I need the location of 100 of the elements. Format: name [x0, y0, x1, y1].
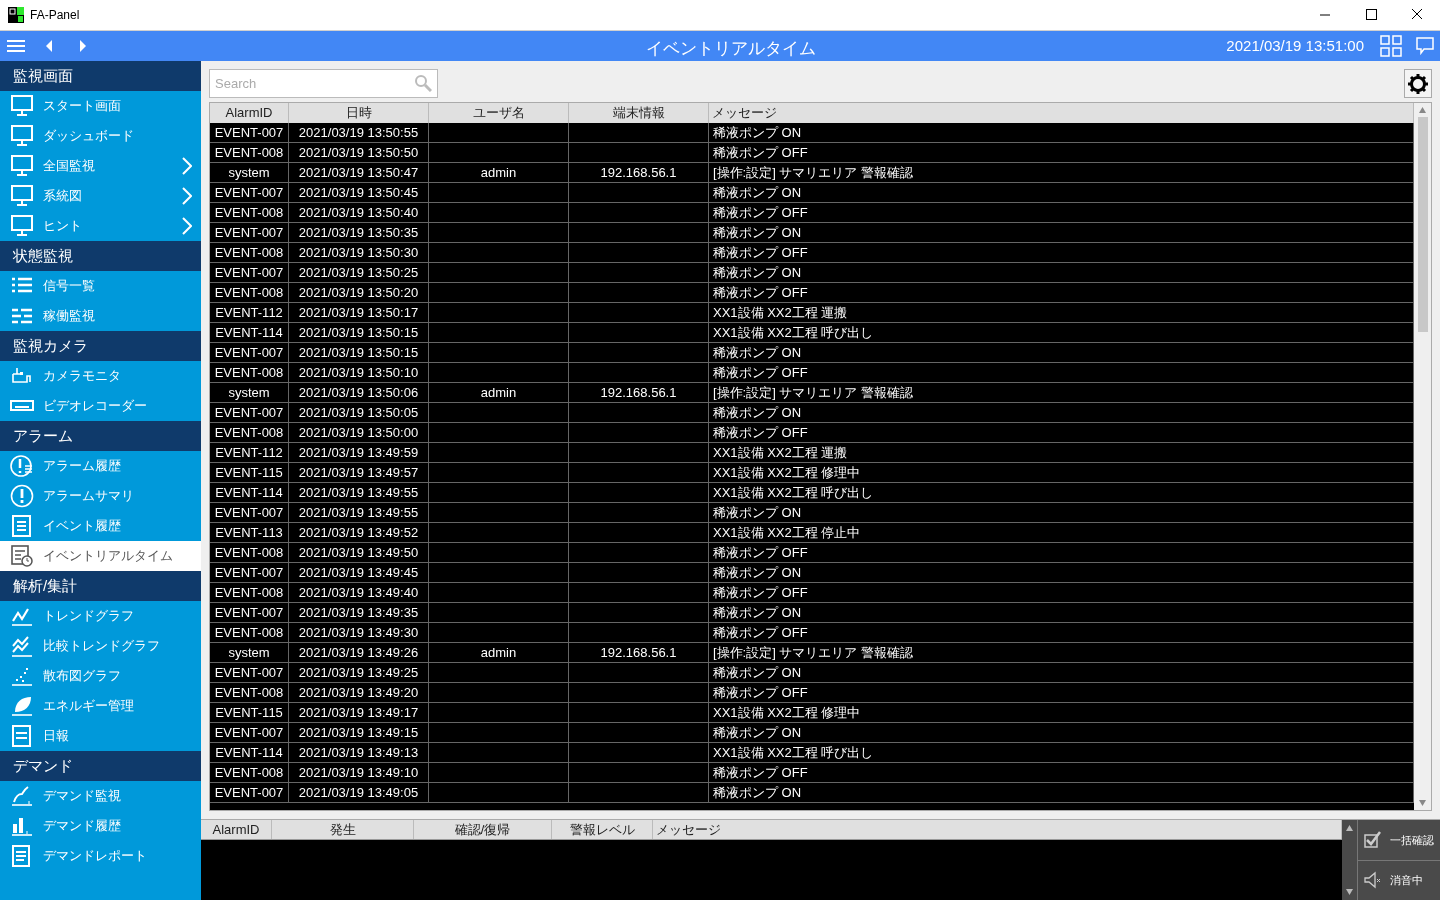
- table-cell: 2021/03/19 13:49:30: [289, 623, 429, 642]
- table-cell: EVENT-114: [210, 323, 289, 342]
- sidebar-item[interactable]: 全国監視: [0, 151, 201, 181]
- table-cell: EVENT-113: [210, 523, 289, 542]
- table-cell: EVENT-007: [210, 223, 289, 242]
- column-header[interactable]: 日時: [289, 103, 429, 123]
- search-icon[interactable]: [414, 74, 432, 92]
- sidebar-item[interactable]: 信号一覧: [0, 271, 201, 301]
- scroll-up-icon[interactable]: [1345, 822, 1354, 834]
- table-cell: 2021/03/19 13:49:10: [289, 763, 429, 782]
- scrollbar[interactable]: [1414, 103, 1431, 810]
- window-title: FA-Panel: [30, 7, 80, 24]
- monitor-icon: [10, 124, 34, 148]
- table-cell: 2021/03/19 13:49:05: [289, 783, 429, 802]
- column-header[interactable]: 確認/復帰: [414, 820, 552, 839]
- alarm-list-icon: [10, 454, 34, 478]
- grid-layout-icon[interactable]: [1380, 35, 1402, 57]
- table-cell: EVENT-007: [210, 783, 289, 802]
- sidebar-item[interactable]: 日報: [0, 721, 201, 751]
- speaker-muted-icon: [1364, 871, 1382, 890]
- sidebar-item[interactable]: アラーム履歴: [0, 451, 201, 481]
- exclamation-icon: [10, 484, 34, 508]
- table-cell: admin: [429, 163, 569, 182]
- line-chart-icon: [10, 784, 34, 808]
- table-cell: system: [210, 163, 289, 182]
- table-cell: admin: [429, 643, 569, 662]
- table-cell: 2021/03/19 13:50:35: [289, 223, 429, 242]
- sidebar-item[interactable]: デマンドレポート: [0, 841, 201, 871]
- sidebar-item[interactable]: スタート画面: [0, 91, 201, 121]
- table-cell: EVENT-008: [210, 543, 289, 562]
- table-cell: 2021/03/19 13:49:25: [289, 663, 429, 682]
- table-cell: 192.168.56.1: [569, 383, 709, 402]
- sidebar-item[interactable]: カメラモニタ: [0, 361, 201, 391]
- column-header[interactable]: 端末情報: [569, 103, 709, 123]
- table-cell: EVENT-008: [210, 763, 289, 782]
- scroll-thumb[interactable]: [1417, 117, 1428, 332]
- table-cell: EVENT-115: [210, 703, 289, 722]
- sidebar-item[interactable]: デマンド監視: [0, 781, 201, 811]
- section-header: 解析/集計: [0, 571, 201, 601]
- scroll-down-icon[interactable]: [1345, 886, 1354, 898]
- table-cell: 2021/03/19 13:49:26: [289, 643, 429, 662]
- sidebar-item[interactable]: イベントリアルタイム: [0, 541, 201, 571]
- table-cell: 2021/03/19 13:50:05: [289, 403, 429, 422]
- leaf-icon: [10, 694, 34, 718]
- table-cell: EVENT-008: [210, 423, 289, 442]
- settings-button[interactable]: [1404, 69, 1432, 98]
- column-header[interactable]: 発生: [272, 820, 414, 839]
- sidebar-item[interactable]: イベント履歴: [0, 511, 201, 541]
- table-cell: EVENT-007: [210, 663, 289, 682]
- section-header: 監視カメラ: [0, 331, 201, 361]
- table-cell: 192.168.56.1: [569, 163, 709, 182]
- sidebar-item[interactable]: アラームサマリ: [0, 481, 201, 511]
- search-field[interactable]: Search: [209, 69, 438, 98]
- chat-icon[interactable]: [1416, 37, 1434, 55]
- column-header[interactable]: 警報レベル: [552, 820, 653, 839]
- line-chart-icon: [10, 634, 34, 658]
- section-header: アラーム: [0, 421, 201, 451]
- scrollbar[interactable]: [1342, 820, 1358, 900]
- sidebar-item[interactable]: ダッシュボード: [0, 121, 201, 151]
- table-cell: 2021/03/19 13:49:50: [289, 543, 429, 562]
- table-cell: EVENT-008: [210, 683, 289, 702]
- forward-arrow-icon[interactable]: [78, 39, 88, 53]
- table-cell: 2021/03/19 13:49:59: [289, 443, 429, 462]
- sidebar-item[interactable]: ヒント: [0, 211, 201, 241]
- monitor-icon: [10, 154, 34, 178]
- menu-icon[interactable]: [6, 39, 26, 53]
- table-cell: 2021/03/19 13:50:30: [289, 243, 429, 262]
- column-header[interactable]: AlarmID: [201, 820, 272, 839]
- table-cell: EVENT-007: [210, 503, 289, 522]
- table-cell: EVENT-112: [210, 303, 289, 322]
- sidebar-item[interactable]: 稼働監視: [0, 301, 201, 331]
- table-cell: 2021/03/19 13:50:10: [289, 363, 429, 382]
- sidebar-item[interactable]: デマンド履歴: [0, 811, 201, 841]
- settings-icon: [1408, 73, 1428, 94]
- check-box-icon: [1364, 830, 1382, 849]
- table-cell: EVENT-112: [210, 443, 289, 462]
- sidebar-item[interactable]: 比較トレンドグラフ: [0, 631, 201, 661]
- section-header: 監視画面: [0, 61, 201, 91]
- action-button[interactable]: 一括確認: [1358, 820, 1440, 861]
- table-cell: 2021/03/19 13:49:55: [289, 503, 429, 522]
- table-cell: admin: [429, 383, 569, 402]
- back-arrow-icon[interactable]: [44, 39, 54, 53]
- table-cell: 2021/03/19 13:49:20: [289, 683, 429, 702]
- sidebar-item[interactable]: エネルギー管理: [0, 691, 201, 721]
- table-cell: 2021/03/19 13:49:52: [289, 523, 429, 542]
- action-button[interactable]: 消音中: [1358, 860, 1440, 900]
- sidebar-item[interactable]: 散布図グラフ: [0, 661, 201, 691]
- column-header[interactable]: ユーザ名: [429, 103, 569, 123]
- table-cell: EVENT-007: [210, 123, 289, 142]
- sidebar-item[interactable]: 系統図: [0, 181, 201, 211]
- sidebar-item[interactable]: トレンドグラフ: [0, 601, 201, 631]
- document-clock-icon: [10, 544, 34, 568]
- sidebar-item[interactable]: ビデオレコーダー: [0, 391, 201, 421]
- table-cell: EVENT-008: [210, 143, 289, 162]
- column-header[interactable]: AlarmID: [210, 103, 289, 123]
- table-cell: 2021/03/19 13:50:45: [289, 183, 429, 202]
- table-cell: EVENT-114: [210, 743, 289, 762]
- table-cell: 2021/03/19 13:50:47: [289, 163, 429, 182]
- table-cell: 2021/03/19 13:49:17: [289, 703, 429, 722]
- table-cell: 2021/03/19 13:49:55: [289, 483, 429, 502]
